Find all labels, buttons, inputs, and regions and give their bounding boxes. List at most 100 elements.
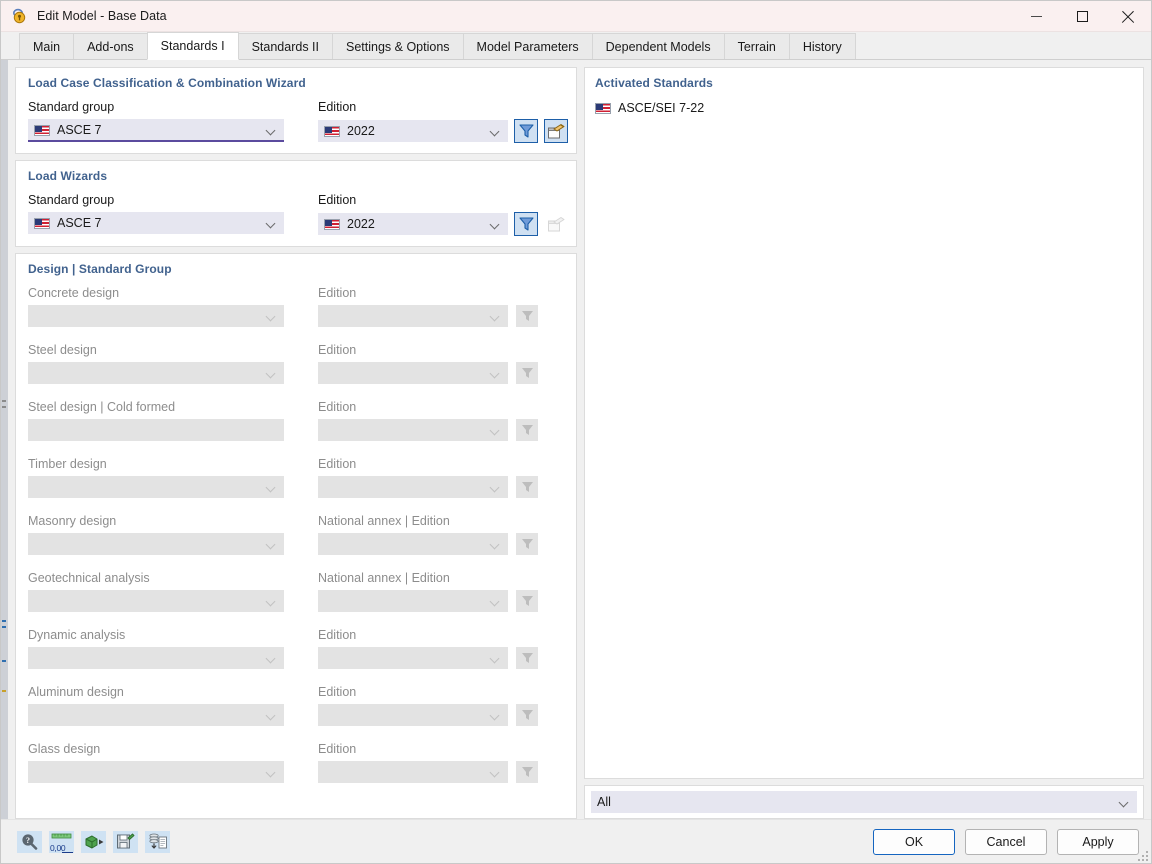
- funnel-icon: [521, 481, 534, 493]
- load-wizards-properties-button: [544, 212, 568, 236]
- chevron-down-icon: [491, 312, 500, 321]
- chevron-down-icon: [491, 654, 500, 663]
- window-controls: [1013, 1, 1151, 32]
- load-wizards-standard-group-combo[interactable]: ASCE 7: [28, 212, 284, 234]
- load-wizards-standard-group-value: ASCE 7: [57, 216, 101, 230]
- load-wizards-edition-combo[interactable]: 2022: [318, 213, 508, 235]
- window-title: Edit Model - Base Data: [37, 9, 167, 23]
- masonry-design-combo: [28, 533, 284, 555]
- dynamic-analysis-label: Dynamic analysis: [28, 627, 318, 643]
- minimize-icon[interactable]: [1013, 1, 1059, 32]
- cancel-button[interactable]: Cancel: [965, 829, 1047, 855]
- tab-bar: Main Add-ons Standards I Standards II Se…: [1, 32, 1151, 60]
- glass-design-combo: [28, 761, 284, 783]
- steel-cold-formed-edition-label: Edition: [318, 399, 564, 415]
- funnel-icon: [521, 538, 534, 550]
- tab-standards-i[interactable]: Standards I: [147, 32, 239, 60]
- funnel-icon: [521, 367, 534, 379]
- timber-design-label: Timber design: [28, 456, 318, 472]
- design-row-steel-cold-formed: Steel design | Cold formed Edition: [28, 399, 564, 441]
- model-lock-icon: [11, 8, 28, 25]
- design-standard-group-title: Design | Standard Group: [28, 262, 564, 276]
- chevron-down-icon: [491, 127, 500, 136]
- chevron-down-icon: [267, 126, 276, 135]
- steel-cold-formed-filter-button: [516, 419, 538, 441]
- tab-dependent-models[interactable]: Dependent Models: [592, 33, 725, 60]
- glass-filter-button: [516, 761, 538, 783]
- wizard-edition-label: Edition: [318, 99, 568, 115]
- aluminum-design-label: Aluminum design: [28, 684, 318, 700]
- resize-grip[interactable]: [1136, 849, 1148, 861]
- wizard-standard-group-value: ASCE 7: [57, 123, 101, 137]
- load-wizards-title: Load Wizards: [28, 169, 564, 183]
- chevron-down-icon: [491, 220, 500, 229]
- dynamic-filter-button: [516, 647, 538, 669]
- dynamic-analysis-combo: [28, 647, 284, 669]
- timber-design-combo: [28, 476, 284, 498]
- load-case-wizard-group: Load Case Classification & Combination W…: [15, 67, 577, 154]
- us-flag-icon: [324, 126, 340, 137]
- design-row-aluminum: Aluminum design Edition: [28, 684, 564, 726]
- concrete-design-combo: [28, 305, 284, 327]
- us-flag-icon: [595, 103, 611, 114]
- funnel-icon: [521, 766, 534, 778]
- funnel-icon: [521, 310, 534, 322]
- timber-edition-label: Edition: [318, 456, 564, 472]
- list-item[interactable]: ASCE/SEI 7-22: [595, 99, 1133, 117]
- chevron-down-icon: [491, 483, 500, 492]
- design-row-glass: Glass design Edition: [28, 741, 564, 783]
- funnel-icon: [519, 124, 534, 138]
- concrete-edition-combo: [318, 305, 508, 327]
- funnel-icon: [521, 424, 534, 436]
- import-model-icon[interactable]: [81, 831, 106, 853]
- tab-history[interactable]: History: [789, 33, 856, 60]
- masonry-filter-button: [516, 533, 538, 555]
- help-search-icon[interactable]: ?: [17, 831, 42, 853]
- concrete-design-label: Concrete design: [28, 285, 318, 301]
- maximize-icon[interactable]: [1059, 1, 1105, 32]
- steel-filter-button: [516, 362, 538, 384]
- chevron-down-icon: [267, 219, 276, 228]
- tab-standards-ii[interactable]: Standards II: [238, 33, 333, 60]
- wizard-edition-combo[interactable]: 2022: [318, 120, 508, 142]
- units-number-icon[interactable]: 0,00: [49, 831, 74, 853]
- ok-button[interactable]: OK: [873, 829, 955, 855]
- wizard-properties-button[interactable]: [544, 119, 568, 143]
- timber-edition-combo: [318, 476, 508, 498]
- glass-edition-combo: [318, 761, 508, 783]
- design-row-steel: Steel design Edition: [28, 342, 564, 384]
- copy-from-model-icon[interactable]: [145, 831, 170, 853]
- tab-main[interactable]: Main: [19, 33, 74, 60]
- dialog-action-buttons: OK Cancel Apply: [873, 829, 1139, 855]
- steel-cold-formed-combo: [28, 419, 284, 441]
- wizard-filter-button[interactable]: [514, 119, 538, 143]
- us-flag-icon: [34, 218, 50, 229]
- title-bar: Edit Model - Base Data: [1, 1, 1151, 32]
- tab-terrain[interactable]: Terrain: [724, 33, 790, 60]
- chevron-down-icon: [491, 369, 500, 378]
- masonry-national-annex-label: National annex | Edition: [318, 513, 564, 529]
- design-row-masonry: Masonry design National annex | Edition: [28, 513, 564, 555]
- save-defaults-icon[interactable]: [113, 831, 138, 853]
- chevron-down-icon: [267, 483, 276, 492]
- funnel-icon: [519, 217, 534, 231]
- steel-edition-combo: [318, 362, 508, 384]
- aluminum-edition-label: Edition: [318, 684, 564, 700]
- close-icon[interactable]: [1105, 1, 1151, 32]
- dialog-footer: ? 0,00: [1, 819, 1151, 863]
- chevron-down-icon: [267, 312, 276, 321]
- wizard-standard-group-combo[interactable]: ASCE 7: [28, 119, 284, 141]
- tab-add-ons[interactable]: Add-ons: [73, 33, 148, 60]
- standards-filter-combo[interactable]: All: [591, 791, 1137, 813]
- load-wizards-filter-button[interactable]: [514, 212, 538, 236]
- geotechnical-filter-button: [516, 590, 538, 612]
- tab-settings-options[interactable]: Settings & Options: [332, 33, 464, 60]
- load-wizards-group: Load Wizards Standard group ASCE 7 Editi…: [15, 160, 577, 247]
- apply-button[interactable]: Apply: [1057, 829, 1139, 855]
- geotechnical-national-annex-combo: [318, 590, 508, 612]
- chevron-down-icon: [267, 369, 276, 378]
- chevron-down-icon: [267, 540, 276, 549]
- glass-design-label: Glass design: [28, 741, 318, 757]
- design-standard-group: Design | Standard Group Concrete design …: [15, 253, 577, 819]
- tab-model-parameters[interactable]: Model Parameters: [463, 33, 593, 60]
